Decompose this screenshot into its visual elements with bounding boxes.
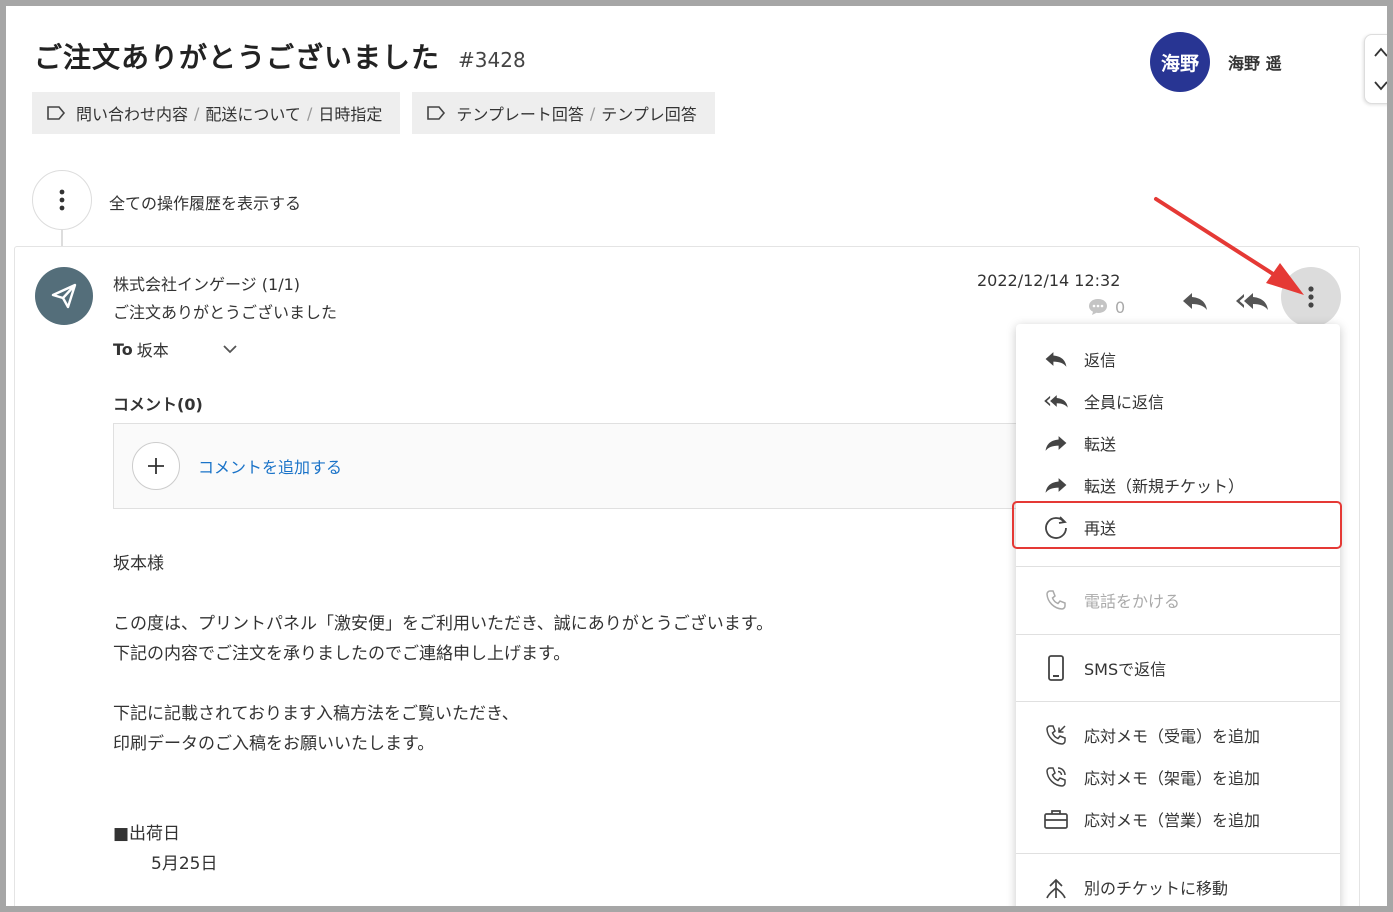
- comments-title: コメント(0): [113, 395, 203, 414]
- tag-part: 配送について: [205, 105, 301, 124]
- menu-divider: [1016, 853, 1340, 854]
- annotation-arrow-icon: [1154, 197, 1304, 295]
- menu-item-forward[interactable]: 転送: [1016, 422, 1340, 464]
- menu-label: 返信: [1084, 351, 1117, 370]
- menu-item-sms[interactable]: SMSで返信: [1016, 647, 1340, 689]
- tag-part: 日時指定: [318, 105, 383, 124]
- history-label[interactable]: 全ての操作履歴を表示する: [109, 190, 301, 214]
- title-row: ご注文ありがとうございました #3428: [34, 36, 526, 76]
- menu-item-reply[interactable]: 返信: [1016, 338, 1340, 380]
- reply-icon: [1042, 345, 1070, 373]
- ticket-view: ご注文ありがとうございました #3428 問い合わせ内容 / 配送について / 日時…: [6, 6, 1387, 906]
- more-vert-icon: [59, 189, 65, 211]
- body-line: 坂本様: [113, 554, 164, 574]
- menu-item-forward-new-ticket[interactable]: 転送（新規チケット）: [1016, 464, 1340, 506]
- body-line: 印刷データのご入稿をお願いいたします。: [113, 734, 435, 754]
- smartphone-icon: [1042, 654, 1070, 682]
- chevron-up-icon[interactable]: [1373, 46, 1387, 58]
- tag-part: 問い合わせ内容: [76, 105, 189, 124]
- menu-divider: [1016, 634, 1340, 635]
- menu-label: 転送（新規チケット）: [1084, 477, 1245, 496]
- menu-item-move-ticket[interactable]: 別のチケットに移動: [1016, 866, 1340, 906]
- highlight-box: [1012, 501, 1342, 549]
- assignee[interactable]: 海野 海野 遥: [1150, 32, 1282, 92]
- body-line: この度は、プリントパネル「激安便」をご利用いただき、誠にありがとうございます。: [113, 614, 774, 634]
- label-icon: [427, 106, 446, 120]
- menu-label: SMSで返信: [1084, 660, 1167, 679]
- tag-template[interactable]: テンプレート回答 / テンプレ回答: [412, 92, 715, 134]
- menu-label: 別のチケットに移動: [1084, 879, 1229, 898]
- add-comment-link[interactable]: コメントを追加する: [198, 454, 342, 478]
- menu-item-memo-outgoing[interactable]: 応対メモ（架電）を追加: [1016, 756, 1340, 798]
- reply-all-icon: [1042, 387, 1070, 415]
- comment-count[interactable]: 0: [1087, 297, 1125, 317]
- briefcase-icon: [1042, 805, 1070, 833]
- assignee-name: 海野 遥: [1228, 54, 1282, 73]
- menu-label: 応対メモ（営業）を追加: [1084, 811, 1261, 830]
- tag-part: テンプレート回答: [456, 105, 584, 124]
- tag-part: テンプレ回答: [601, 105, 697, 124]
- history-toggle-button[interactable]: [32, 170, 92, 230]
- menu-item-memo-sales[interactable]: 応対メモ（営業）を追加: [1016, 798, 1340, 840]
- page-title: ご注文ありがとうございました: [34, 41, 441, 74]
- menu-label: 応対メモ（架電）を追加: [1084, 769, 1261, 788]
- phone-outgoing-icon: [1042, 763, 1070, 791]
- comment-box[interactable]: コメントを追加する: [113, 423, 1073, 509]
- label-icon: [47, 106, 66, 120]
- ticket-number: #3428: [458, 48, 526, 72]
- plus-icon: [148, 458, 164, 474]
- add-comment-button[interactable]: [132, 442, 180, 490]
- forward-icon: [1042, 429, 1070, 457]
- actions-menu: 返信 全員に返信 転送 転送（新規チケット） 再送 電話をかける SMSで返信: [1016, 324, 1340, 906]
- sent-icon: [35, 267, 93, 325]
- body-line: 下記の内容でご注文を承りましたのでご連絡申し上げます。: [113, 644, 571, 664]
- body-line: 下記に記載されております入稿方法をご覧いただき、: [113, 704, 519, 724]
- body-line: ■出荷日: [113, 824, 181, 844]
- message-date: 2022/12/14 12:32: [977, 271, 1121, 290]
- chat-bubble-icon: [1089, 299, 1107, 315]
- recipient-name: 坂本: [136, 341, 169, 360]
- nav-scroller: [1364, 34, 1387, 104]
- chevron-down-icon[interactable]: [1373, 80, 1387, 92]
- menu-item-call: 電話をかける: [1016, 579, 1340, 621]
- menu-item-reply-all[interactable]: 全員に返信: [1016, 380, 1340, 422]
- chevron-down-icon[interactable]: [221, 343, 239, 355]
- menu-label: 応対メモ（受電）を追加: [1084, 727, 1261, 746]
- message-subject: ご注文ありがとうございました: [113, 303, 338, 322]
- phone-icon: [1042, 586, 1070, 614]
- avatar: 海野: [1150, 32, 1210, 92]
- sender-name: 株式会社インゲージ (1/1): [113, 275, 301, 294]
- forward-icon: [1042, 471, 1070, 499]
- tag-inquiry[interactable]: 問い合わせ内容 / 配送について / 日時指定: [32, 92, 401, 134]
- tag-list: 問い合わせ内容 / 配送について / 日時指定 テンプレート回答 / テンプレ回答: [32, 92, 715, 134]
- menu-label: 全員に返信: [1084, 393, 1165, 412]
- comment-count-value: 0: [1115, 297, 1126, 317]
- recipient-row[interactable]: To 坂本: [113, 337, 239, 361]
- message-body: 坂本様 この度は、プリントパネル「激安便」をご利用いただき、誠にありがとうござい…: [113, 549, 773, 879]
- body-line: 5月25日: [151, 854, 218, 874]
- to-label: To: [113, 339, 133, 359]
- menu-divider: [1016, 701, 1340, 702]
- merge-icon: [1042, 873, 1070, 901]
- menu-divider: [1016, 566, 1340, 567]
- menu-item-memo-incoming[interactable]: 応対メモ（受電）を追加: [1016, 714, 1340, 756]
- phone-incoming-icon: [1042, 721, 1070, 749]
- menu-label: 転送: [1084, 435, 1117, 454]
- menu-label: 電話をかける: [1084, 592, 1181, 611]
